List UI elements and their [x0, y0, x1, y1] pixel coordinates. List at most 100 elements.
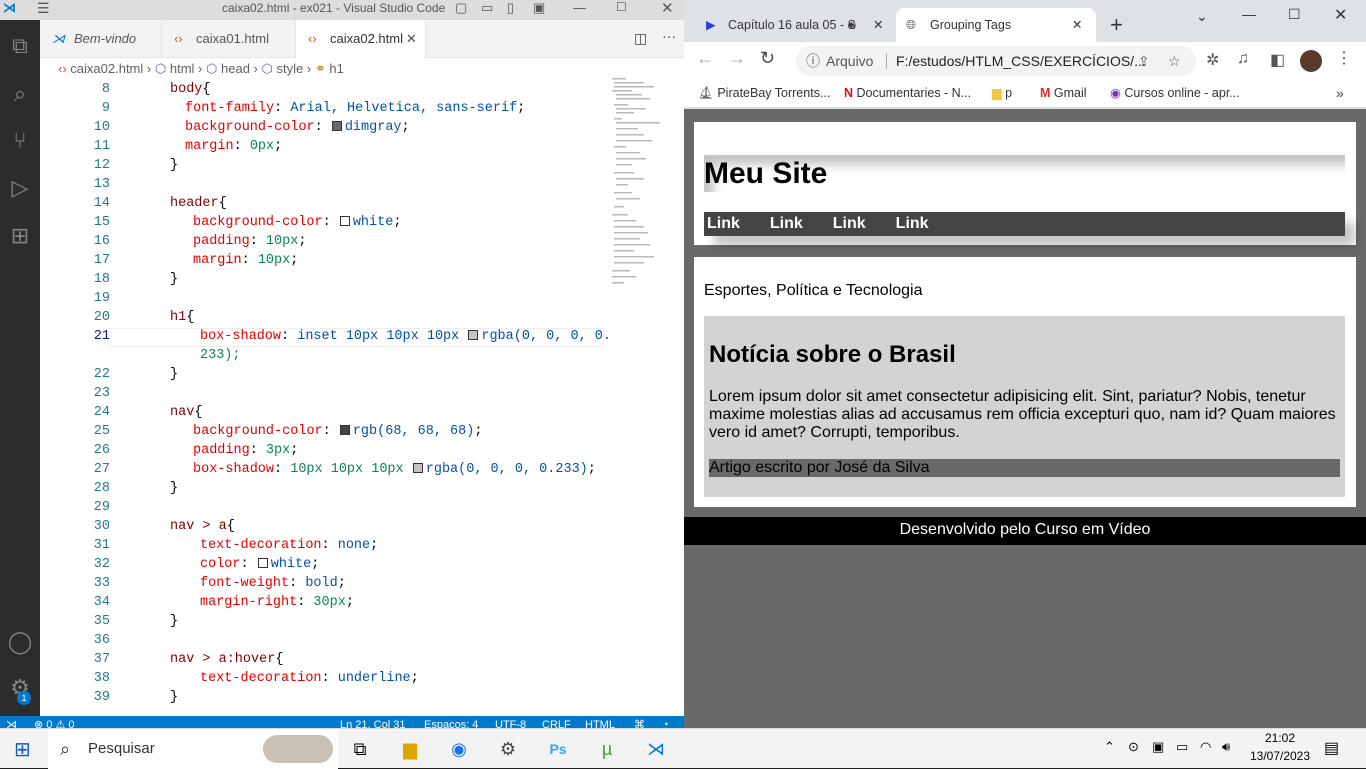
feedback-icon[interactable]: ⌘ — [634, 716, 645, 728]
color-swatch[interactable] — [339, 425, 350, 435]
site-title: Meu Site — [704, 155, 1345, 192]
explorer-icon[interactable]: ⧉ — [4, 30, 36, 62]
maximize-icon[interactable]: ☐ — [616, 0, 627, 14]
language-status[interactable]: HTML — [585, 716, 615, 728]
line-number: 22 — [93, 367, 110, 382]
bookmark-item[interactable]: M Gmail — [1040, 78, 1087, 108]
bookmark-item[interactable]: ▆ p — [992, 78, 1012, 108]
tray-app-icon[interactable]: ▣ — [1152, 739, 1164, 755]
windows-start-icon[interactable]: ⊞ — [14, 737, 31, 762]
eol-status[interactable]: CRLF — [542, 716, 571, 728]
utorrent-icon[interactable]: µ — [589, 733, 625, 765]
breadcrumb-item[interactable]: h1 — [329, 61, 343, 76]
share-icon[interactable]: ⇪ — [1138, 46, 1150, 76]
notifications-icon[interactable]: ◔ — [662, 716, 669, 728]
color-swatch[interactable] — [412, 463, 423, 473]
clock-date[interactable]: 13/07/2023 — [1246, 749, 1314, 763]
media-control-icon[interactable]: ♫ — [1237, 50, 1249, 68]
bookmark-item[interactable]: N Documentaries - N... — [844, 78, 971, 108]
browser-tab-youtube[interactable]: ▶ Capítulo 16 aula 05 - S 🔊︎ ✕ — [698, 8, 892, 42]
new-tab-button[interactable]: + — [1110, 12, 1123, 38]
browser-tab-grouping-tags[interactable]: 🌐︎ Grouping Tags ✕ — [896, 8, 1096, 42]
color-swatch[interactable] — [339, 216, 350, 226]
tray-app-icon[interactable]: ⊙ — [1128, 739, 1139, 755]
more-menu-icon[interactable]: ⋮ — [1336, 48, 1352, 68]
info-icon[interactable]: ⓘ — [806, 46, 820, 76]
tab-bem-vindo[interactable]: ⋊ Bem-vindo — [40, 20, 162, 58]
nav-link[interactable]: Link — [896, 215, 929, 232]
tray-chevron-icon[interactable]: ⌃ — [1104, 739, 1115, 755]
encoding-status[interactable]: UTF-8 — [495, 716, 526, 728]
breadcrumb-item[interactable]: head — [221, 61, 250, 76]
back-icon[interactable]: ← — [696, 48, 714, 69]
audio-playing-icon[interactable]: 🔊︎ — [848, 8, 856, 42]
nav-link[interactable]: Link — [707, 215, 740, 232]
file-explorer-icon[interactable]: ▆ — [392, 733, 428, 765]
notifications-icon[interactable]: ▤ — [1324, 738, 1339, 758]
run-debug-icon[interactable]: ▷ — [4, 172, 36, 204]
line-number: 27 — [93, 462, 110, 477]
panel-toggle-icon[interactable]: ▭ — [481, 0, 493, 16]
battery-icon[interactable]: ▭ — [1176, 739, 1188, 755]
profile-avatar[interactable] — [1300, 50, 1322, 72]
color-swatch[interactable] — [468, 330, 479, 340]
close-window-icon[interactable]: ✕ — [1334, 5, 1347, 25]
problems-status[interactable]: ⊗ 0 ⚠ 0 — [34, 716, 74, 728]
vscode-icon[interactable]: ⋊ — [638, 733, 674, 765]
split-editor-icon[interactable]: ◫ — [634, 30, 647, 47]
photoshop-icon[interactable]: Ps — [540, 733, 576, 765]
reload-icon[interactable]: ↻ — [760, 48, 775, 69]
indentation-status[interactable]: Espaços: 4 — [424, 716, 478, 728]
address-bar[interactable]: ⓘ Arquivo F:/estudos/HTLM_CSS/EXERCÍCIOS… — [796, 46, 1196, 76]
article-author: Artigo escrito por José da Silva — [709, 459, 1340, 477]
sidebar-toggle-icon[interactable]: ▯ — [507, 0, 514, 16]
maximize-icon[interactable]: ☐ — [1288, 6, 1301, 23]
tab-search-icon[interactable]: ⌄ — [1196, 8, 1208, 25]
more-bookmarks-icon[interactable]: » — [1336, 78, 1344, 108]
extensions-icon[interactable]: ✲ — [1206, 50, 1219, 70]
remote-icon[interactable]: ⋊ — [6, 716, 17, 728]
close-window-icon[interactable]: ✕ — [661, 0, 674, 17]
clock-time[interactable]: 21:02 — [1250, 731, 1310, 745]
settings-gear-icon[interactable]: ⚙ — [490, 733, 526, 765]
layout-toggle-icon[interactable]: ▢ — [455, 0, 467, 16]
line-number: 20 — [93, 310, 110, 325]
menu-icon[interactable]: ☰ — [37, 0, 50, 17]
color-swatch[interactable] — [257, 558, 268, 568]
breadcrumb-item[interactable]: caixa02.html — [70, 61, 143, 76]
color-swatch[interactable] — [331, 121, 342, 131]
close-tab-icon[interactable]: ✕ — [1072, 8, 1082, 42]
nav-link[interactable]: Link — [833, 215, 866, 232]
bookmark-item[interactable]: ◉ Cursos online - apr... — [1110, 78, 1240, 108]
bookmark-item[interactable]: ⛵︎ PirateBay Torrents... — [698, 78, 830, 108]
volume-icon[interactable]: 🔊︎ — [1222, 739, 1230, 755]
bookmark-star-icon[interactable]: ☆ — [1168, 46, 1181, 76]
tab-caixa02[interactable]: ‹› caixa02.html ✕ — [296, 20, 426, 58]
more-actions-icon[interactable]: ··· — [662, 28, 676, 44]
close-tab-icon[interactable]: ✕ — [406, 20, 417, 58]
wifi-icon[interactable]: ◠ — [1200, 739, 1211, 755]
tab-caixa01[interactable]: ‹› caixa01.html — [162, 20, 296, 58]
extensions-icon[interactable]: ⊞ — [4, 220, 36, 252]
html-icon: ‹› — [308, 31, 317, 46]
source-control-icon[interactable]: ⑂ — [4, 125, 36, 157]
close-tab-icon[interactable]: ✕ — [873, 8, 883, 42]
code-line: text-decoration: underline; — [200, 671, 419, 686]
breadcrumb-item[interactable]: style — [277, 61, 304, 76]
line-number: 12 — [93, 158, 110, 173]
search-icon[interactable]: ⌕ — [4, 78, 36, 110]
minimize-icon[interactable]: — — [573, 0, 586, 15]
breadcrumb-item[interactable]: html — [170, 61, 195, 76]
code-editor[interactable]: 8 9 10 11 12 13 14 15 16 17 18 19 20 21 … — [40, 80, 684, 716]
cursor-position[interactable]: Ln 21, Col 31 — [340, 716, 405, 728]
nav-link[interactable]: Link — [770, 215, 803, 232]
minimap[interactable] — [608, 76, 678, 286]
minimize-icon[interactable]: — — [1242, 6, 1256, 22]
taskbar-search[interactable]: ⌕ Pesquisar — [48, 729, 338, 769]
task-view-icon[interactable]: ⧉ — [342, 733, 378, 765]
side-panel-icon[interactable]: ◧ — [1270, 50, 1285, 70]
forward-icon[interactable]: → — [728, 48, 746, 69]
account-icon[interactable]: ◯ — [4, 626, 36, 658]
chrome-icon[interactable]: ◉ — [441, 733, 477, 765]
customize-layout-icon[interactable]: ▣ — [533, 0, 545, 16]
